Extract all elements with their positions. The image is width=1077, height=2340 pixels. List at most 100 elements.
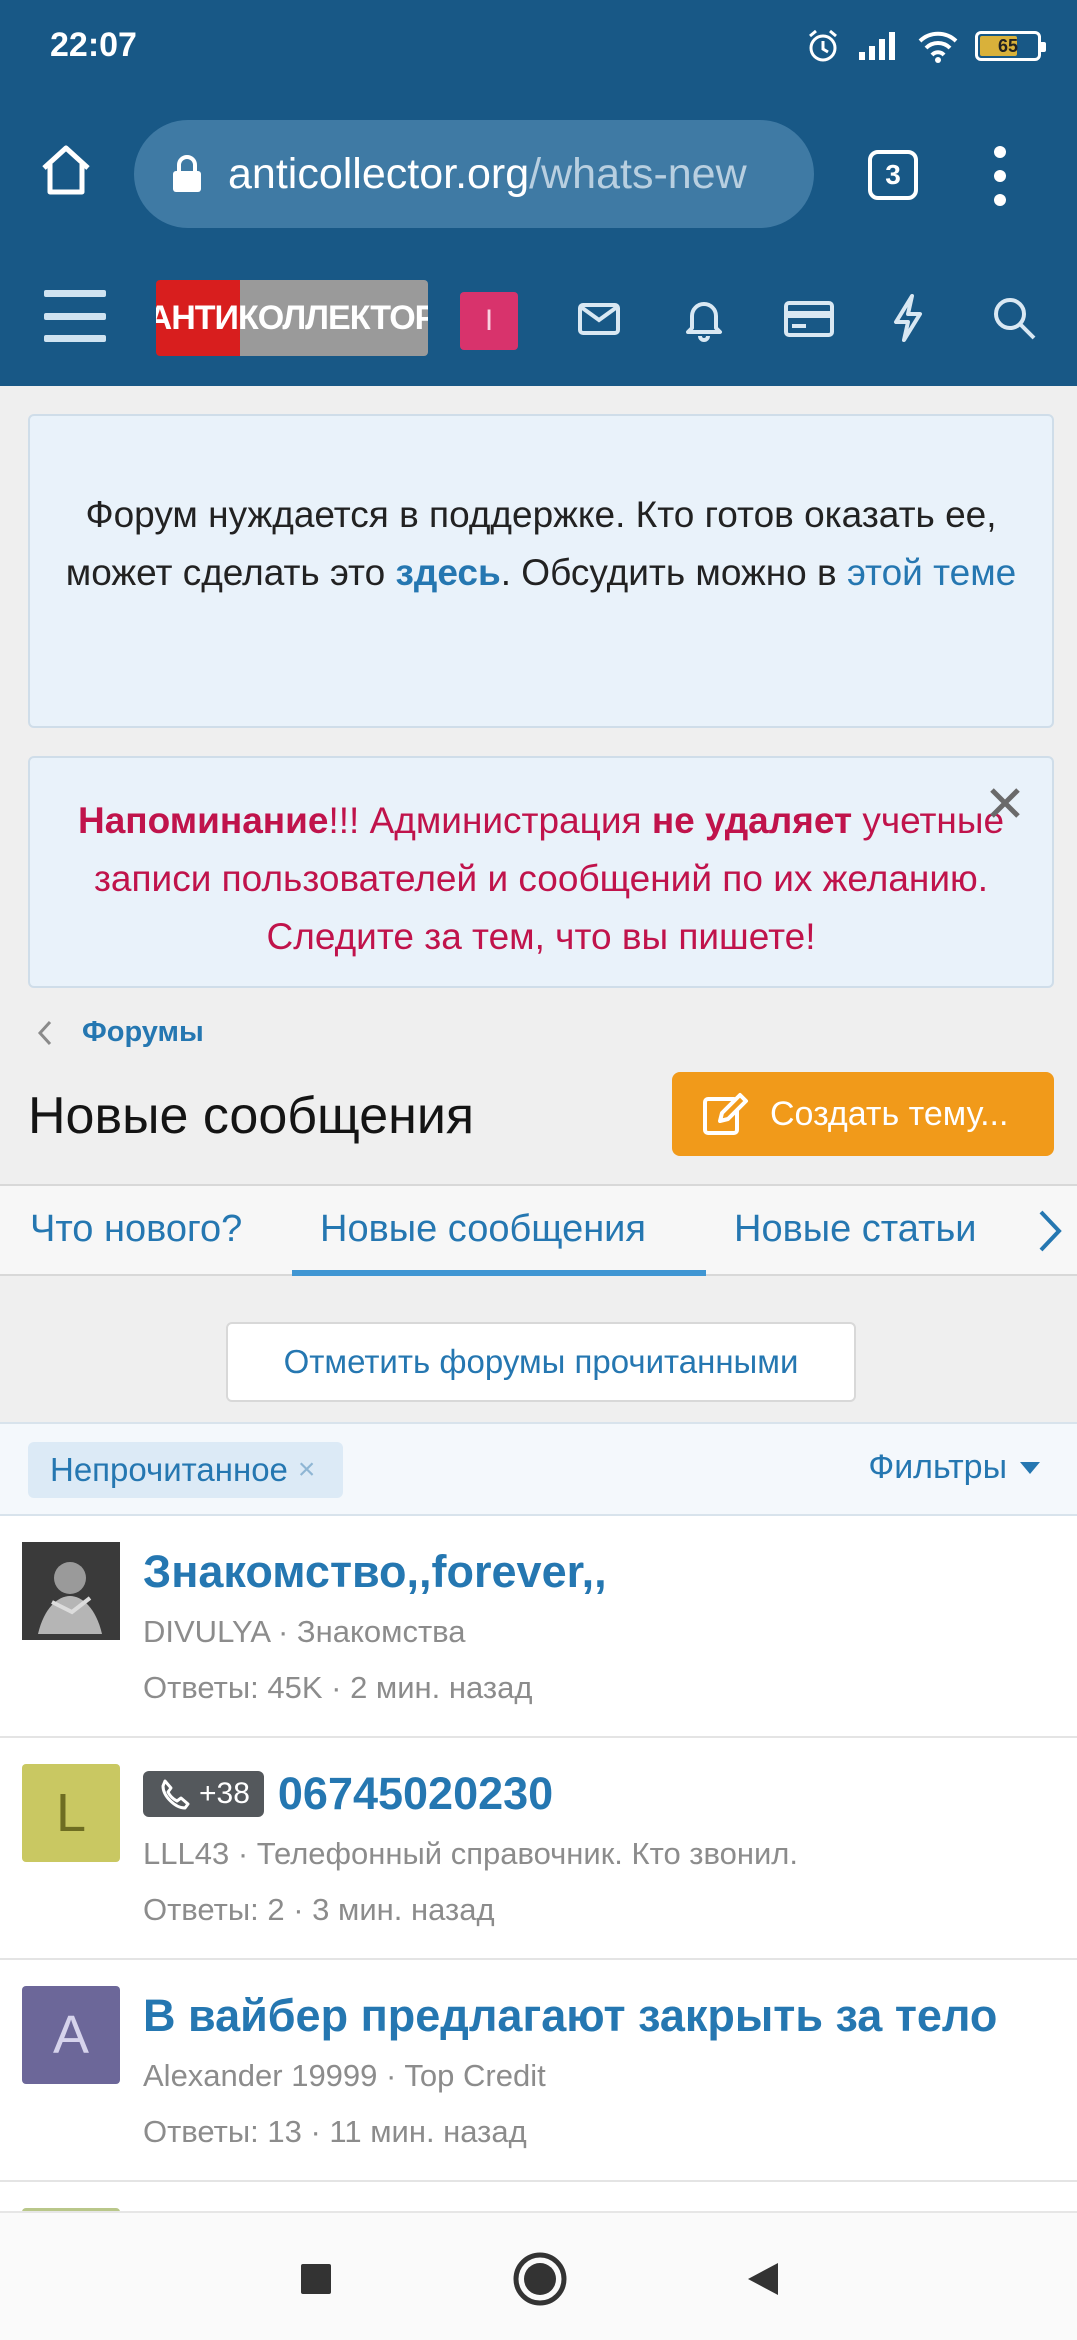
reminder-excl: !!! Администрация: [328, 800, 652, 841]
battery-icon: 65: [975, 31, 1046, 61]
thread-forum[interactable]: Top Credit: [404, 2058, 545, 2093]
unread-filter-chip[interactable]: Непрочитанное ×: [28, 1442, 344, 1498]
back-triangle-icon: [748, 2263, 778, 2295]
thread-title[interactable]: В вайбер предлагают закрыть за тело: [143, 1990, 997, 2042]
thread-replies: Ответы: 45K: [143, 1670, 323, 1705]
circle-icon: [513, 2252, 567, 2306]
avatar[interactable]: L: [22, 1764, 120, 1862]
edit-icon: [703, 1093, 748, 1135]
reminder-bold: не удаляет: [651, 800, 853, 841]
breadcrumb-forums-link[interactable]: Форумы: [82, 1016, 204, 1049]
thread-stats: Ответы: 13 · 11 мин. назад: [143, 2114, 527, 2149]
chevron-right-icon[interactable]: [1033, 1206, 1067, 1256]
thread-meta: LLL43 · Телефонный справочник. Кто звони…: [143, 1836, 799, 1871]
filters-label: Фильтры: [868, 1448, 1007, 1486]
phone-icon: [161, 1779, 190, 1810]
url-text: anticollector.org/whats-new: [228, 150, 747, 199]
thread-time: 3 мин. назад: [312, 1892, 495, 1927]
thread-author[interactable]: LLL43: [143, 1836, 229, 1871]
thread-forum[interactable]: Телефонный справочник. Кто звонил.: [257, 1836, 798, 1871]
user-avatar[interactable]: I: [460, 292, 518, 350]
site-header: АНТИКОЛЛЕКТОР I: [0, 248, 1077, 386]
signal-icon: [859, 32, 895, 60]
lightning-icon[interactable]: [878, 288, 938, 348]
phone-prefix-text: +38: [199, 1777, 250, 1810]
thread-replies: Ответы: 2: [143, 1892, 285, 1927]
avatar-photo-icon: [22, 1542, 120, 1640]
wifi-icon: [918, 31, 958, 63]
thread-list: Знакомство,,forever,, DIVULYA · Знакомст…: [0, 1516, 1077, 2222]
status-time: 22:07: [50, 26, 137, 64]
thread-item[interactable]: Знакомство,,forever,, DIVULYA · Знакомст…: [0, 1516, 1077, 1738]
thread-title[interactable]: Знакомство,,forever,,: [143, 1546, 607, 1598]
search-icon[interactable]: [984, 288, 1044, 348]
thread-item[interactable]: L +38 06745020230 LLL43 · Телефонный спр…: [0, 1738, 1077, 1960]
support-notice: Форум нуждается в поддержке. Кто готов о…: [28, 414, 1054, 728]
home-nav-button[interactable]: [510, 2249, 570, 2309]
thread-stats: Ответы: 2 · 3 мин. назад: [143, 1892, 495, 1927]
filter-bar: Непрочитанное × Фильтры: [0, 1422, 1077, 1516]
browser-chrome: 22:07 65 anticollector.org/whats-new 3: [0, 0, 1077, 248]
remove-filter-icon[interactable]: ×: [298, 1453, 316, 1487]
mail-icon[interactable]: [568, 288, 628, 348]
logo-text: АНТИКОЛЛЕКТОР: [156, 298, 428, 337]
reminder-notice: Напоминание!!! Администрация не удаляет …: [28, 756, 1054, 988]
back-nav-button[interactable]: [732, 2249, 792, 2309]
tab-new-articles[interactable]: Новые статьи: [734, 1208, 1004, 1251]
thread-title[interactable]: +38 06745020230: [143, 1768, 553, 1820]
support-here-link[interactable]: здесь: [395, 552, 500, 593]
thread-author[interactable]: Alexander 19999: [143, 2058, 377, 2093]
support-topic-link[interactable]: этой теме: [847, 552, 1016, 593]
tab-switcher-button[interactable]: 3: [868, 150, 918, 200]
battery-level: 65: [997, 35, 1019, 56]
main-content: Форум нуждается в поддержке. Кто готов о…: [0, 386, 1077, 2222]
page-title: Новые сообщения: [28, 1087, 475, 1145]
thread-meta: DIVULYA · Знакомства: [143, 1614, 466, 1649]
system-nav-bar: [0, 2211, 1077, 2340]
home-icon[interactable]: [36, 140, 96, 200]
chevron-left-icon: [37, 1020, 52, 1045]
create-thread-button[interactable]: Создать тему...: [672, 1072, 1054, 1156]
thread-title-text: Знакомство,,forever,,: [143, 1546, 607, 1597]
support-text-mid: . Обсудить можно в: [500, 552, 847, 593]
thread-time: 11 мин. назад: [329, 2114, 527, 2149]
status-bar: 22:07 65: [0, 0, 1077, 100]
close-icon[interactable]: [988, 786, 1022, 820]
url-bar[interactable]: anticollector.org/whats-new: [134, 120, 814, 228]
thread-title-text: 06745020230: [277, 1768, 554, 1819]
breadcrumb: Форумы: [36, 1016, 204, 1049]
tab-new-posts[interactable]: Новые сообщения: [320, 1208, 646, 1251]
url-path: /whats-new: [529, 149, 747, 198]
browser-menu-button[interactable]: [990, 146, 1010, 206]
filters-dropdown[interactable]: Фильтры: [868, 1448, 1041, 1487]
thread-item[interactable]: A В вайбер предлагают закрыть за тело Al…: [0, 1960, 1077, 2182]
thread-forum[interactable]: Знакомства: [297, 1614, 466, 1649]
unread-filter-label: Непрочитанное: [50, 1451, 288, 1488]
thread-title-text: В вайбер предлагают закрыть за тело: [143, 1990, 998, 2041]
create-thread-label: Создать тему...: [770, 1094, 1009, 1133]
alarm-icon: [809, 29, 837, 62]
recents-button[interactable]: [286, 2249, 346, 2309]
reminder-title: Напоминание: [77, 800, 329, 841]
lock-icon: [173, 155, 201, 192]
phone-prefix-badge: +38: [143, 1771, 264, 1817]
payment-card-icon[interactable]: [778, 288, 838, 348]
url-row: anticollector.org/whats-new 3: [0, 110, 1077, 240]
active-tab-indicator: [292, 1270, 706, 1276]
thread-replies: Ответы: 13: [143, 2114, 302, 2149]
mark-forums-read-button[interactable]: Отметить форумы прочитанными: [226, 1322, 856, 1402]
site-logo[interactable]: АНТИКОЛЛЕКТОР: [156, 280, 428, 356]
thread-meta: Alexander 19999 · Top Credit: [143, 2058, 546, 2093]
status-icons: 65: [805, 28, 1046, 64]
caret-down-icon: [1020, 1461, 1040, 1474]
avatar[interactable]: [22, 1542, 120, 1640]
tab-bar: Что нового? Новые сообщения Новые статьи: [0, 1184, 1077, 1276]
url-host: anticollector.org: [228, 149, 530, 198]
hamburger-menu-icon[interactable]: [44, 290, 106, 342]
thread-author[interactable]: DIVULYA: [143, 1614, 269, 1649]
avatar[interactable]: A: [22, 1986, 120, 2084]
tab-whats-new[interactable]: Что нового?: [30, 1208, 242, 1251]
thread-time: 2 мин. назад: [350, 1670, 533, 1705]
thread-stats: Ответы: 45K · 2 мин. назад: [143, 1670, 533, 1705]
bell-icon[interactable]: [674, 288, 734, 348]
